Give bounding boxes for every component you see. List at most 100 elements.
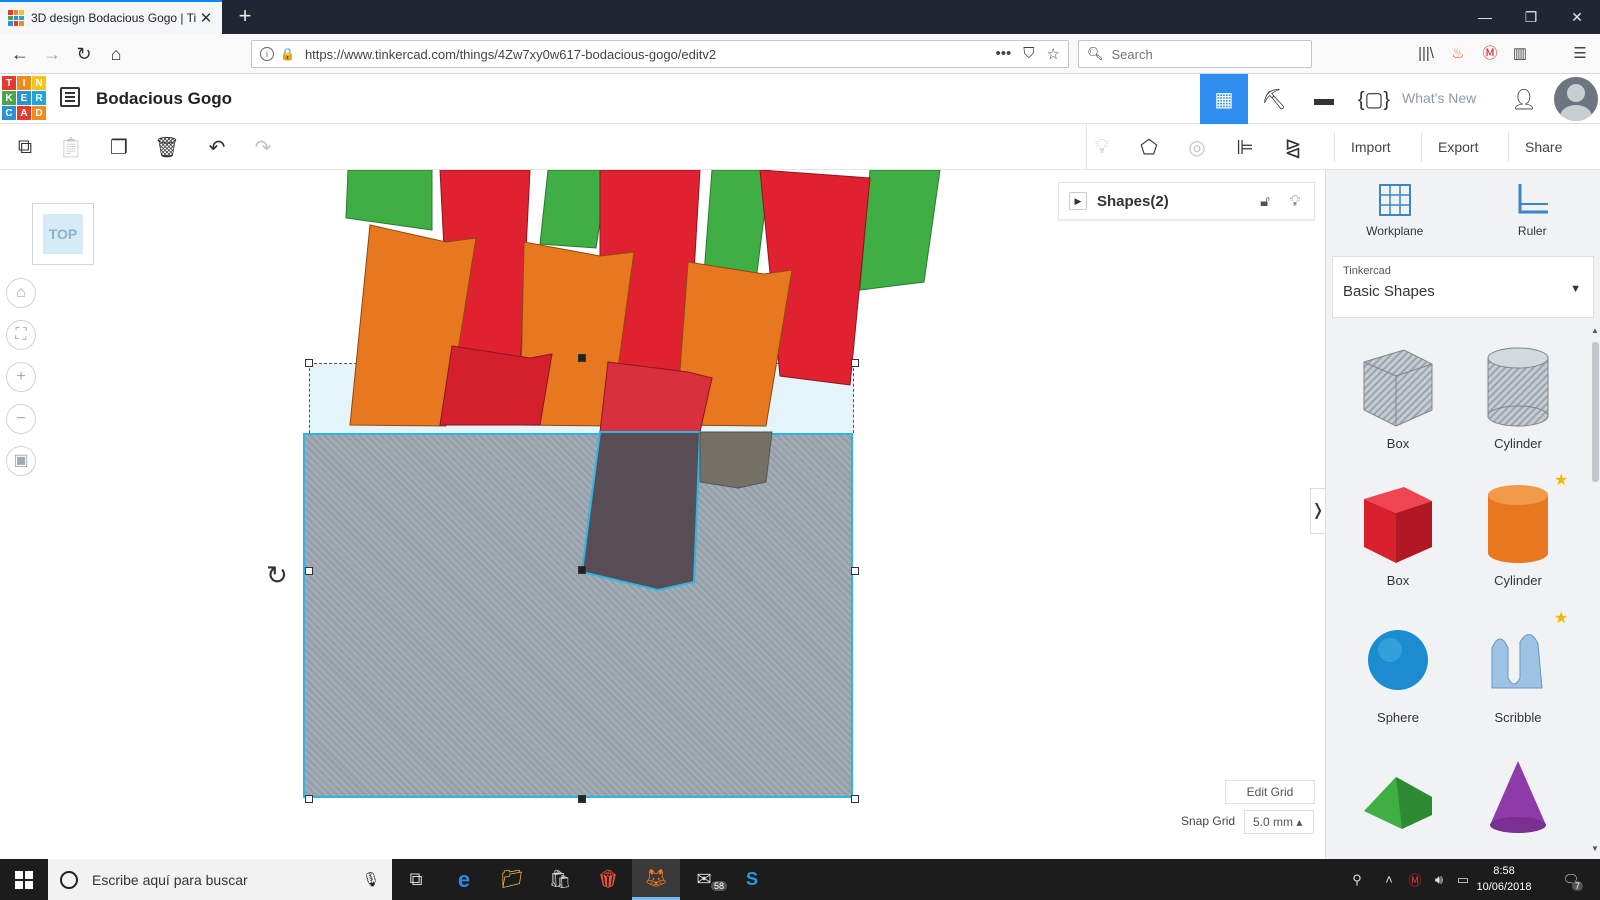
- shape-item-scribble[interactable]: Scribble: [1458, 600, 1578, 730]
- duplicate-icon[interactable]: ❐: [102, 130, 136, 164]
- search-input[interactable]: [1111, 46, 1303, 62]
- skype-icon[interactable]: S: [728, 859, 776, 900]
- scroll-up-icon[interactable]: ▲: [1590, 326, 1600, 335]
- minimize-icon[interactable]: ―: [1462, 0, 1508, 34]
- resize-handle[interactable]: [851, 795, 859, 803]
- 3d-view-grid-icon[interactable]: ▦: [1200, 74, 1248, 124]
- shape-item-roof[interactable]: [1338, 737, 1458, 859]
- browser-search-bar[interactable]: 🔍︎: [1078, 40, 1312, 68]
- sidebar-icon[interactable]: ▥: [1506, 40, 1534, 68]
- back-icon[interactable]: ←: [6, 40, 34, 68]
- undo-icon[interactable]: ↶: [200, 130, 234, 164]
- forward-icon[interactable]: →: [38, 40, 66, 68]
- tinkercad-logo[interactable]: T I N K E R C A D: [2, 76, 46, 120]
- resize-handle[interactable]: [578, 795, 586, 803]
- avatar[interactable]: [1554, 77, 1598, 121]
- import-button[interactable]: Import: [1334, 132, 1407, 162]
- visibility-bulb-icon[interactable]: 💡︎: [1286, 193, 1304, 210]
- shapes-inspector[interactable]: ▶ Shapes(2) 🔓︎ 💡︎: [1058, 182, 1315, 220]
- scroll-thumb[interactable]: [1592, 342, 1599, 482]
- task-view-icon[interactable]: ⧉: [392, 859, 440, 900]
- file-explorer-icon[interactable]: 📁︎: [488, 859, 536, 900]
- microphone-icon[interactable]: 🎙︎: [362, 871, 380, 888]
- shape-item-cylinder[interactable]: Cylinder: [1458, 463, 1578, 593]
- close-window-icon[interactable]: ✕: [1554, 0, 1600, 34]
- resize-handle[interactable]: [305, 795, 313, 803]
- codeblocks-icon[interactable]: {▢}: [1350, 74, 1398, 124]
- mail-icon[interactable]: ✉: [680, 859, 728, 900]
- resize-handle[interactable]: [851, 359, 859, 367]
- design-title[interactable]: Bodacious Gogo: [96, 89, 232, 109]
- lego-brick-icon[interactable]: ▬: [1300, 74, 1348, 124]
- light-bulb-icon[interactable]: 💡︎: [1085, 130, 1119, 164]
- shape-item-sphere[interactable]: Sphere: [1338, 600, 1458, 730]
- library-icon[interactable]: |||\: [1412, 40, 1440, 68]
- volume-icon[interactable]: 🔊︎: [1426, 859, 1452, 900]
- shape-grid-scrollbar[interactable]: ▲ ▼: [1590, 326, 1600, 856]
- copy-icon[interactable]: ⧉: [8, 130, 42, 164]
- delete-trash-icon[interactable]: 🗑︎: [150, 130, 184, 164]
- shape-item-box[interactable]: Box: [1338, 463, 1458, 593]
- close-tab-icon[interactable]: ✕: [198, 9, 214, 27]
- snap-grid-select[interactable]: 5.0 mm ▴: [1244, 810, 1314, 834]
- new-tab-button[interactable]: +: [232, 4, 258, 30]
- lock-icon[interactable]: 🔓︎: [1256, 193, 1274, 210]
- page-actions-icon[interactable]: •••: [996, 45, 1012, 63]
- firefox-icon[interactable]: 🦊︎: [632, 859, 680, 900]
- shape-item-cylinder-hole[interactable]: Cylinder: [1458, 326, 1578, 456]
- pocket-icon[interactable]: ⛉: [1023, 45, 1034, 63]
- people-icon[interactable]: ⚲: [1344, 859, 1370, 900]
- redo-icon[interactable]: ↷: [246, 130, 280, 164]
- resize-handle[interactable]: [578, 354, 586, 362]
- windows-start-icon[interactable]: [0, 859, 48, 900]
- workplane-tool[interactable]: Workplane: [1326, 170, 1464, 248]
- expand-arrow-icon[interactable]: ▶: [1069, 192, 1087, 210]
- tray-m-icon[interactable]: Ⓜ: [1402, 859, 1428, 900]
- ruler-tool[interactable]: Ruler: [1464, 170, 1600, 248]
- ungroup-icon[interactable]: ◎: [1180, 130, 1214, 164]
- taskbar-search-text[interactable]: Escribe aquí para buscar: [92, 872, 362, 888]
- bookmark-star-icon[interactable]: ☆: [1047, 45, 1060, 63]
- whats-new-link[interactable]: What's New: [1402, 90, 1476, 106]
- shape-name: Box: [1386, 573, 1410, 588]
- reload-icon[interactable]: ↻: [70, 40, 98, 68]
- info-icon[interactable]: i: [260, 47, 274, 61]
- align-icon[interactable]: ⊫: [1228, 130, 1262, 164]
- rotate-handle-icon[interactable]: ↻: [266, 560, 288, 591]
- popcorn-app-icon[interactable]: 🍿︎: [584, 859, 632, 900]
- shape-item-box-hole[interactable]: Box: [1338, 326, 1458, 456]
- mirror-icon[interactable]: ⧎: [1276, 130, 1310, 164]
- resize-handle[interactable]: [851, 567, 859, 575]
- browser-tab[interactable]: 3D design Bodacious Gogo | Ti ✕: [0, 0, 222, 34]
- collapse-panel-chevron-icon[interactable]: ❭: [1310, 488, 1325, 534]
- url-text[interactable]: https://www.tinkercad.com/things/4Zw7xy0…: [305, 47, 996, 62]
- export-button[interactable]: Export: [1421, 132, 1494, 162]
- shape-library-select[interactable]: Tinkercad Basic Shapes ▼: [1332, 256, 1594, 318]
- resize-handle[interactable]: [305, 359, 313, 367]
- resize-handle[interactable]: [305, 567, 313, 575]
- extension-m-icon[interactable]: Ⓜ: [1476, 40, 1504, 68]
- clock[interactable]: 8:58 10/06/2018: [1464, 863, 1544, 895]
- notifications-icon[interactable]: 🗨︎: [1556, 859, 1586, 900]
- group-icon[interactable]: ⬠: [1132, 130, 1166, 164]
- pickaxe-minecraft-icon[interactable]: ⛏: [1250, 74, 1298, 124]
- hamburger-menu-icon[interactable]: ☰: [1566, 40, 1594, 68]
- url-bar[interactable]: i 🔒 https://www.tinkercad.com/things/4Zw…: [251, 40, 1069, 68]
- add-user-icon[interactable]: 👤︎: [1504, 74, 1544, 124]
- shapes-scene[interactable]: [0, 170, 1325, 859]
- taskbar-search[interactable]: Escribe aquí para buscar 🎙︎: [48, 859, 392, 900]
- scroll-down-icon[interactable]: ▼: [1590, 844, 1600, 853]
- store-icon[interactable]: 🛍︎: [536, 859, 584, 900]
- edit-grid-button[interactable]: Edit Grid: [1225, 780, 1315, 804]
- extension-flame-icon[interactable]: ♨: [1444, 40, 1472, 68]
- shape-item-cone[interactable]: [1458, 737, 1578, 859]
- restore-icon[interactable]: ❐: [1508, 0, 1554, 34]
- share-button[interactable]: Share: [1508, 132, 1578, 162]
- design-list-icon[interactable]: [60, 87, 80, 107]
- resize-handle[interactable]: [578, 566, 586, 574]
- 3d-viewport[interactable]: TOP ⌂ ⛶ + − ▣ ↻ ▶ Shapes(2) 🔓︎ 💡︎ Edit G…: [0, 170, 1325, 859]
- paste-icon[interactable]: 📋︎: [54, 130, 88, 164]
- home-icon[interactable]: ⌂: [102, 40, 130, 68]
- chevron-up-icon[interactable]: ˄: [1376, 859, 1402, 900]
- edge-browser-icon[interactable]: e: [440, 859, 488, 900]
